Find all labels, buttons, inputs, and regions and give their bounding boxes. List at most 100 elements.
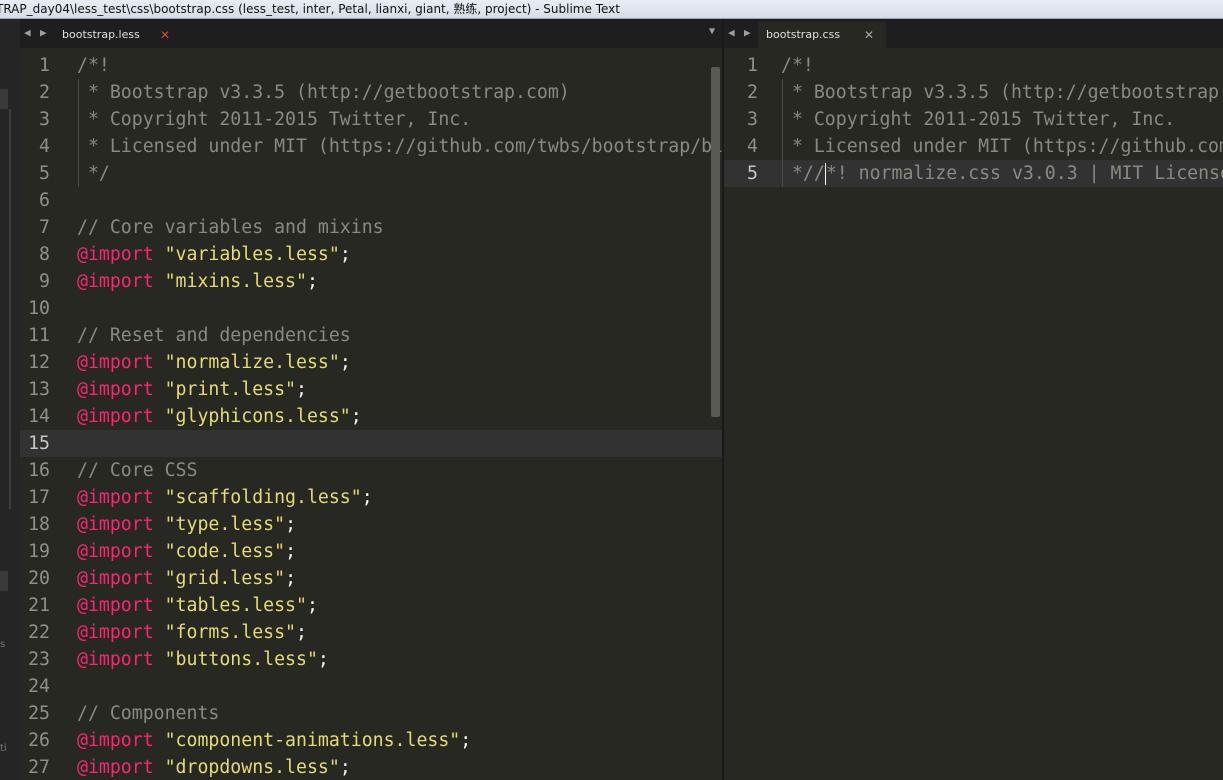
token-string: "variables.less" [164,244,340,265]
token-comment: // Core CSS [77,460,198,481]
code-text: *//*! normalize.css v3.0.3 | MIT License… [781,160,1223,187]
token-plain: ; [339,352,351,373]
code-editor-right[interactable]: 1 /*! 2 * Bootstrap v3.3.5 (http://getboot… [724,55,1223,780]
code-line[interactable]: 21 @import "tables.less"; [20,592,722,619]
token-comment: // Core variables and mixins [77,217,384,238]
code-line[interactable]: 6 [20,187,722,214]
code-line[interactable]: 3 * Copyright 2011-2015 Twitter, Inc. [20,106,722,133]
code-line[interactable]: 17 @import "scaffolding.less"; [20,484,722,511]
line-number: 22 [28,622,50,643]
tab-bar-left: ◀ ▶ bootstrap.less ✕ ▼ [20,19,722,48]
token-keyword: @import [77,244,154,265]
tab-scroll-left-icon[interactable]: ◀ [728,27,735,39]
code-line[interactable]: 2 * Bootstrap v3.3.5 (http://getbootstra… [20,79,722,106]
code-text: @import "normalize.less"; [77,349,351,376]
token-plain: ; [285,541,297,562]
code-line[interactable]: 11 // Reset and dependencies [20,322,722,349]
code-line[interactable]: 15 [20,430,722,457]
line-number: 10 [28,298,50,319]
code-line[interactable]: 27 @import "dropdowns.less"; [20,754,722,780]
code-line[interactable]: 26 @import "component-animations.less"; [20,727,722,754]
token-plain: ; [285,568,297,589]
token-plain: ; [460,730,472,751]
tab-scroll-left-icon[interactable]: ◀ [24,27,31,39]
code-line[interactable]: 13 @import "print.less"; [20,376,722,403]
close-icon[interactable]: ✕ [160,22,170,48]
code-text: * Licensed under MIT (https://github.com… [781,133,1223,160]
line-number: 19 [28,541,50,562]
tab-bootstrap-less[interactable]: bootstrap.less ✕ [54,22,184,48]
tab-dropdown-icon[interactable]: ▼ [709,26,715,37]
token-string: "tables.less" [164,595,307,616]
tab-scroll-right-icon[interactable]: ▶ [40,27,47,39]
code-line[interactable]: 22 @import "forms.less"; [20,619,722,646]
line-number: 4 [39,136,50,157]
token-keyword: @import [77,649,154,670]
token-plain: ; [339,244,351,265]
token-comment: * Bootstrap v3.3.5 (http://getbootstrap.… [791,82,1223,103]
tab-bootstrap-css[interactable]: bootstrap.css ✕ [758,22,886,48]
tab-scroll-right-icon[interactable]: ▶ [744,27,751,39]
editor-group-right: ◀ ▶ bootstrap.css ✕ 1 /*! 2 * Bootstrap v3… [724,19,1223,780]
code-line[interactable]: 24 [20,673,722,700]
code-line[interactable]: 8 @import "variables.less"; [20,241,722,268]
code-line[interactable]: 23 @import "buttons.less"; [20,646,722,673]
sidebar[interactable]: s ti [0,19,20,780]
code-line[interactable]: 1 /*! [20,52,722,79]
line-number: 25 [28,703,50,724]
code-line[interactable]: 12 @import "normalize.less"; [20,349,722,376]
tab-label: bootstrap.css [766,28,841,41]
sidebar-marker [0,89,8,109]
token-comment: *// [781,163,825,184]
code-line[interactable]: 18 @import "type.less"; [20,511,722,538]
line-number: 3 [747,109,758,130]
code-text: @import "print.less"; [77,376,307,403]
code-line[interactable]: 25 // Components [20,700,722,727]
code-line[interactable]: 14 @import "glyphicons.less"; [20,403,722,430]
code-text: @import "dropdowns.less"; [77,754,351,780]
code-line[interactable]: 19 @import "code.less"; [20,538,722,565]
line-number: 13 [28,379,50,400]
code-line[interactable]: 7 // Core variables and mixins [20,214,722,241]
code-text: * Bootstrap v3.3.5 (http://getbootstrap.… [77,79,570,106]
line-number: 5 [39,163,50,184]
token-plain: ; [339,757,351,778]
code-line[interactable]: 9 @import "mixins.less"; [20,268,722,295]
vertical-scrollbar[interactable] [711,67,720,417]
close-icon[interactable]: ✕ [864,22,874,48]
code-text: @import "buttons.less"; [77,646,329,673]
code-editor-left[interactable]: 1 /*! 2 * Bootstrap v3.3.5 (http://getboot… [20,55,722,780]
code-line[interactable]: 5 */ [20,160,722,187]
token-comment: * Licensed under MIT (https://github.com… [87,136,722,157]
token-comment: *! normalize.css v3.0.3 | MIT License | … [825,163,1223,184]
line-number: 7 [39,217,50,238]
code-line[interactable]: 1 /*! [724,52,1223,79]
token-string: "code.less" [164,541,286,562]
code-line[interactable]: 4 * Licensed under MIT (https://github.c… [724,133,1223,160]
token-string: "component-animations.less" [164,730,461,751]
token-keyword: @import [77,514,154,535]
token-string: "forms.less" [164,622,297,643]
sidebar-text-fragment: s [0,639,6,650]
code-line[interactable]: 5 *//*! normalize.css v3.0.3 | MIT Licen… [724,160,1223,187]
token-string: "mixins.less" [164,271,307,292]
token-plain: ; [296,622,307,643]
token-comment: // Components [77,703,220,724]
code-line[interactable]: 10 [20,295,722,322]
indent-guide [782,79,783,187]
code-line[interactable]: 16 // Core CSS [20,457,722,484]
code-text: /*! [77,52,110,79]
line-number: 4 [747,136,758,157]
code-text: * Licensed under MIT (https://github.com… [77,133,722,160]
code-line[interactable]: 20 @import "grid.less"; [20,565,722,592]
code-line[interactable]: 2 * Bootstrap v3.3.5 (http://getbootstra… [724,79,1223,106]
code-line[interactable]: 3 * Copyright 2011-2015 Twitter, Inc. [724,106,1223,133]
sidebar-scroll-track[interactable] [9,109,11,509]
code-line[interactable]: 4 * Licensed under MIT (https://github.c… [20,133,722,160]
code-text: @import "component-animations.less"; [77,727,471,754]
code-text: @import "tables.less"; [77,592,318,619]
